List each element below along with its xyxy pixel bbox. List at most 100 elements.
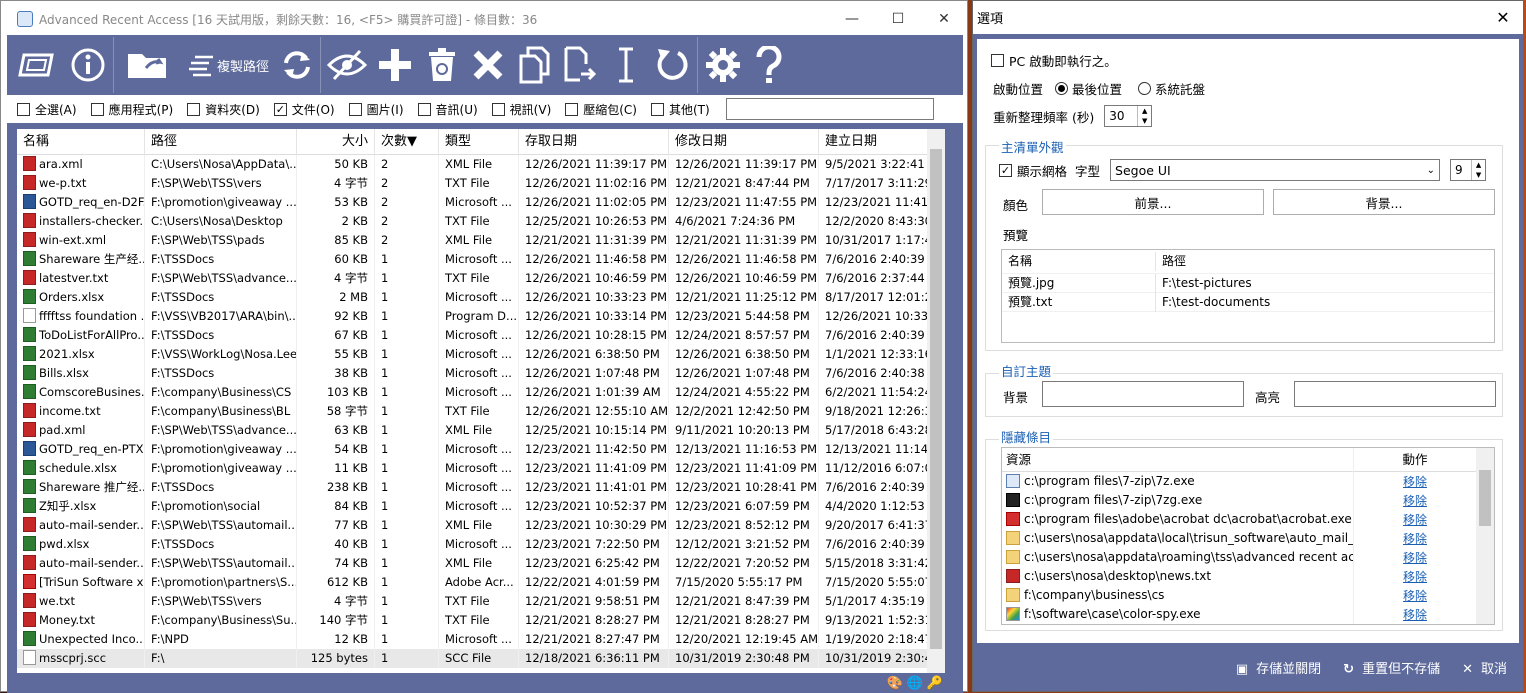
table-row[interactable]: auto-mail-sender.... F:\SP\Web\TSS\automa…	[17, 554, 945, 573]
scrollbar-thumb[interactable]	[1479, 470, 1491, 526]
column-header[interactable]: 大小	[297, 129, 375, 155]
table-row[interactable]: ToDoListForAllPro... F:\TSSDocs 67 KB 1 Micr…	[17, 326, 945, 345]
column-header[interactable]: 類型	[439, 129, 519, 155]
table-row[interactable]: ara.xml C:\Users\Nosa\AppData\... 50 KB 2 XM…	[17, 155, 945, 174]
table-row[interactable]: pad.xml F:\SP\Web\TSS\advance... 63 KB 1 XML…	[17, 421, 945, 440]
table-row[interactable]: win-ext.xml F:\SP\Web\TSS\pads 85 KB 2 XML F…	[17, 231, 945, 250]
delete-icon[interactable]	[465, 35, 511, 95]
table-row[interactable]: Z知乎.xlsx F:\promotion\social 84 KB 1 Microso…	[17, 497, 945, 516]
filter-1[interactable]: 應用程式(P)	[90, 101, 173, 118]
spin-up-icon[interactable]: ▲	[1138, 106, 1151, 116]
remove-link[interactable]: 移除	[1354, 587, 1476, 604]
system-tray-radio[interactable]	[1138, 82, 1152, 95]
table-row[interactable]: schedule.xlsx F:\promotion\giveaway ... 11…	[17, 459, 945, 478]
font-size-stepper[interactable]: 9 ▲ ▼	[1450, 159, 1487, 181]
hidden-items-scrollbar[interactable]	[1476, 448, 1494, 624]
table-row[interactable]: auto-mail-sender.... F:\SP\Web\TSS\automa…	[17, 516, 945, 535]
minimize-button[interactable]: —	[829, 1, 875, 37]
filter-2[interactable]: 資料夾(D)	[187, 101, 260, 118]
checkbox[interactable]: ✓	[273, 102, 287, 116]
table-row[interactable]: GOTD_req_en-PTX... F:\promotion\giveaway …	[17, 440, 945, 459]
scrollbar-thumb[interactable]	[930, 149, 942, 649]
foreground-button[interactable]: 前景...	[1042, 189, 1264, 215]
hidden-col-action[interactable]: 動作	[1354, 448, 1476, 472]
background-button[interactable]: 背景...	[1273, 189, 1495, 215]
column-header[interactable]: 存取日期	[519, 129, 669, 155]
checkbox[interactable]	[17, 102, 30, 116]
filter-search-input[interactable]	[725, 98, 934, 120]
font-select[interactable]: Segoe UI ⌄	[1110, 159, 1441, 181]
table-row[interactable]: 2021.xlsx F:\VSS\WorkLog\Nosa.Lee 55 KB 1 Mi…	[17, 345, 945, 364]
checkbox[interactable]	[90, 102, 104, 116]
hidden-col-resource[interactable]: 資源	[1002, 448, 1354, 472]
preview-col-name[interactable]: 名稱	[1002, 252, 1156, 271]
add-icon[interactable]	[371, 35, 419, 95]
column-header[interactable]: 修改日期	[669, 129, 819, 155]
table-row[interactable]: GOTD_req_en-D2F... F:\promotion\giveaway …	[17, 193, 945, 212]
filter-5[interactable]: 音訊(U)	[417, 101, 478, 118]
key-icon[interactable]: 🔑	[927, 676, 943, 691]
close-button[interactable]: ✕	[921, 1, 967, 37]
checkbox[interactable]	[187, 102, 201, 116]
checkbox[interactable]	[491, 102, 505, 116]
compact-view-icon[interactable]	[7, 35, 65, 95]
settings-icon[interactable]	[700, 35, 746, 95]
table-row[interactable]: [TriSun Software x... F:\promotion\partne…	[17, 573, 945, 592]
last-position-radio[interactable]	[1055, 82, 1069, 95]
filter-4[interactable]: 圖片(I)	[348, 101, 404, 118]
spin-up-icon[interactable]: ▲	[1472, 160, 1485, 170]
table-row[interactable]: msscprj.scc F:\ 125 bytes 1 SCC File 12/18/20…	[17, 649, 945, 668]
refresh-value[interactable]: 30	[1105, 109, 1137, 123]
theme-icon[interactable]: 🎨	[886, 676, 902, 691]
copy-file-icon[interactable]	[511, 35, 557, 95]
recycle-bin-icon[interactable]	[419, 35, 465, 95]
spin-down-icon[interactable]: ▼	[1472, 170, 1485, 180]
hide-item-icon[interactable]	[323, 35, 371, 95]
run-on-startup-checkbox[interactable]: PC 啟動即執行之。	[991, 51, 1131, 70]
refresh-icon[interactable]	[276, 35, 318, 95]
table-row[interactable]: we-p.txt F:\SP\Web\TSS\vers 4 字节 2 TXT File 1…	[17, 174, 945, 193]
grid-scrollbar[interactable]	[927, 129, 945, 673]
remove-link[interactable]: 移除	[1354, 511, 1476, 528]
copy-path-button[interactable]: 複製路徑	[180, 35, 276, 95]
table-row[interactable]: installers-checker.... C:\Users\Nosa\Desk…	[17, 212, 945, 231]
filter-8[interactable]: 其他(T)	[651, 101, 710, 118]
filter-0[interactable]: 全選(A)	[17, 101, 77, 118]
filter-7[interactable]: 壓縮包(C)	[565, 101, 637, 118]
filter-6[interactable]: 視訊(V)	[491, 101, 551, 118]
reset-nosave-button[interactable]: ↻ 重置但不存儲	[1343, 658, 1440, 677]
checkbox[interactable]	[991, 54, 1004, 67]
table-row[interactable]: Shareware 推广经... F:\TSSDocs 238 KB 1 Microso…	[17, 478, 945, 497]
remove-link[interactable]: 移除	[1354, 568, 1476, 585]
table-row[interactable]: Money.txt F:\company\Business\Su... 140 字节…	[17, 611, 945, 630]
options-close-button[interactable]: ✕	[1483, 8, 1523, 27]
column-header[interactable]: 名稱	[17, 129, 145, 155]
remove-link[interactable]: 移除	[1354, 549, 1476, 566]
save-close-button[interactable]: ▣ 存儲並關閉	[1236, 658, 1321, 677]
table-row[interactable]: pwd.xlsx F:\TSSDocs 40 KB 1 Microsoft ... 12/…	[17, 535, 945, 554]
help-icon[interactable]	[746, 35, 792, 95]
table-row[interactable]: Shareware 生产经... F:\TSSDocs 60 KB 1 Microsof…	[17, 250, 945, 269]
remove-link[interactable]: 移除	[1354, 492, 1476, 509]
checkbox[interactable]	[348, 102, 362, 116]
table-row[interactable]: Unexpected Inco... F:\NPD 12 KB 1 Microsoft …	[17, 630, 945, 649]
table-row[interactable]: ComscoreBusines... F:\company\Business\CS…	[17, 383, 945, 402]
checkbox[interactable]	[417, 102, 431, 116]
checkbox[interactable]	[565, 102, 579, 116]
table-row[interactable]: we.txt F:\SP\Web\TSS\vers 4 字节 1 TXT File 12/…	[17, 592, 945, 611]
remove-link[interactable]: 移除	[1354, 473, 1476, 490]
column-header[interactable]: 路徑	[145, 129, 297, 155]
refresh-frequency-stepper[interactable]: 30 ▲ ▼	[1104, 105, 1153, 127]
table-row[interactable]: fffftss foundation ... F:\VSS\VB2017\ARA\…	[17, 307, 945, 326]
spin-down-icon[interactable]: ▼	[1138, 116, 1151, 126]
language-icon[interactable]: 🌐	[907, 676, 923, 691]
theme-highlight-input[interactable]	[1294, 381, 1496, 407]
filter-3[interactable]: ✓ 文件(O)	[273, 101, 335, 118]
column-header[interactable]: 次數▼	[375, 129, 439, 155]
table-row[interactable]: Bills.xlsx F:\TSSDocs 38 KB 1 Microsoft ... 1…	[17, 364, 945, 383]
show-grid-checkbox[interactable]: ✓	[999, 163, 1012, 177]
open-folder-icon[interactable]	[116, 35, 180, 95]
font-size-value[interactable]: 9	[1451, 163, 1471, 177]
table-row[interactable]: latestver.txt F:\SP\Web\TSS\advance... 4 字…	[17, 269, 945, 288]
table-row[interactable]: income.txt F:\company\Business\BL 58 字节 1 TX…	[17, 402, 945, 421]
